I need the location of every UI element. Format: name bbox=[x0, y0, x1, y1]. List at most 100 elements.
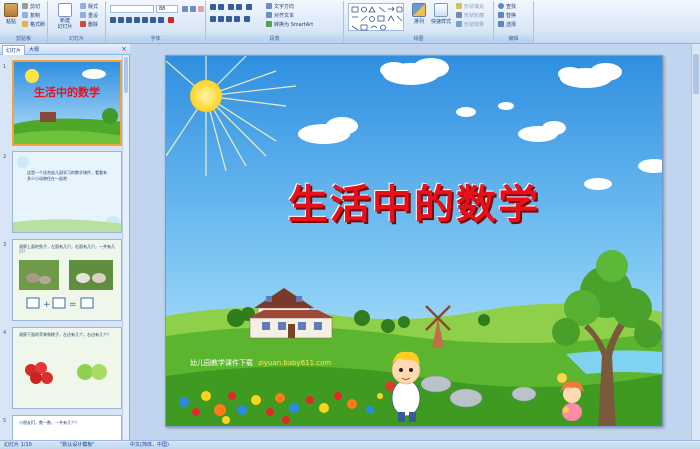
quick-styles-button[interactable]: 快速样式 bbox=[430, 3, 452, 25]
svg-text:+: + bbox=[43, 300, 51, 310]
layout-icon bbox=[80, 3, 86, 9]
status-slide-position: 幻灯片 1/10 bbox=[4, 442, 32, 448]
clipboard-group: 粘贴 剪切 复制 格式刷 剪贴板 bbox=[0, 1, 48, 43]
grow-font-icon[interactable] bbox=[182, 6, 188, 12]
caption-left: 幼儿园教学课件下载 bbox=[190, 359, 253, 367]
smartart-icon bbox=[266, 21, 272, 27]
tab-slides[interactable]: 幻灯片 bbox=[2, 45, 26, 55]
slides-panel: 幻灯片 大纲 × 1 生活中的数学 2 这是一个适合幼儿园学习的数学课件，看看有… bbox=[0, 44, 130, 440]
justify-icon[interactable] bbox=[234, 16, 240, 22]
status-bar: 幻灯片 1/10 "默认设计模板" 中文(简体，中国) bbox=[0, 440, 700, 449]
delete-icon bbox=[80, 21, 86, 27]
tab-outline[interactable]: 大纲 bbox=[26, 45, 42, 55]
convert-smartart-button[interactable]: 转换为 SmartArt bbox=[274, 21, 313, 28]
shapes-gallery[interactable] bbox=[348, 3, 404, 31]
slides-group: 新建 幻灯片 版式 重设 删除 幻灯片 bbox=[48, 1, 106, 43]
replace-button[interactable]: 替换 bbox=[506, 12, 516, 19]
quick-styles-icon bbox=[434, 3, 448, 17]
editing-group: 查找 替换 选择 编辑 bbox=[494, 1, 534, 43]
drawing-group: 排列 快速样式 形状填充 形状轮廓 形状效果 绘图 bbox=[344, 1, 494, 43]
bullets-icon[interactable] bbox=[210, 4, 216, 10]
find-button[interactable]: 查找 bbox=[506, 3, 516, 10]
bold-icon[interactable] bbox=[110, 17, 116, 23]
panel-scrollbar[interactable] bbox=[122, 55, 129, 440]
line-spacing-icon[interactable] bbox=[246, 4, 252, 10]
shrink-font-icon[interactable] bbox=[190, 6, 196, 12]
copy-icon bbox=[22, 12, 28, 18]
new-slide-button[interactable]: 新建 幻灯片 bbox=[54, 3, 76, 30]
font-group-label: 字体 bbox=[106, 35, 205, 43]
shadow-icon[interactable] bbox=[142, 17, 148, 23]
drawing-group-label: 绘图 bbox=[344, 35, 493, 43]
shape-fill-icon bbox=[456, 3, 462, 9]
slide-thumbnail-4[interactable]: 观察下面的苹果和桃子，左边有几个，右边有几个？ bbox=[12, 327, 122, 409]
svg-text:=: = bbox=[69, 300, 77, 310]
ribbon: 粘贴 剪切 复制 格式刷 剪贴板 新建 幻灯片 版式 重设 删除 幻灯片 88 bbox=[0, 0, 700, 44]
align-text-icon bbox=[266, 12, 272, 18]
slide-thumbnail-2[interactable]: 这是一个适合幼儿园学习的数学课件，看看有多少小动物住在一起吧 bbox=[12, 151, 122, 233]
scissors-icon bbox=[22, 3, 28, 9]
copy-button[interactable]: 复制 bbox=[30, 12, 40, 19]
align-right-icon[interactable] bbox=[226, 16, 232, 22]
paste-button[interactable]: 粘贴 bbox=[2, 3, 20, 25]
shapes-gallery-icons bbox=[351, 6, 403, 31]
thumb4-scene bbox=[13, 328, 121, 408]
clipboard-group-label: 剪贴板 bbox=[0, 35, 47, 43]
replace-icon bbox=[498, 12, 504, 18]
font-color-icon[interactable] bbox=[168, 17, 174, 23]
font-name-box[interactable] bbox=[110, 5, 154, 13]
arrange-button[interactable]: 排列 bbox=[410, 3, 428, 25]
paragraph-group: 文字方向 对齐文本 转换为 SmartArt 段落 bbox=[206, 1, 344, 43]
change-case-icon[interactable] bbox=[158, 17, 164, 23]
cut-button[interactable]: 剪切 bbox=[30, 3, 40, 10]
align-center-icon[interactable] bbox=[218, 16, 224, 22]
font-group: 88 字体 bbox=[106, 1, 206, 43]
strikethrough-icon[interactable] bbox=[134, 17, 140, 23]
columns-icon[interactable] bbox=[244, 16, 250, 22]
slide-background-scene bbox=[166, 56, 662, 426]
slide-number: 5 bbox=[3, 418, 7, 424]
reset-button[interactable]: 重设 bbox=[88, 12, 98, 19]
align-left-icon[interactable] bbox=[210, 16, 216, 22]
panel-scroll-thumb[interactable] bbox=[124, 57, 128, 93]
slide-scrollbar[interactable] bbox=[691, 44, 700, 440]
align-text-button[interactable]: 对齐文本 bbox=[274, 12, 294, 19]
spacing-icon[interactable] bbox=[150, 17, 156, 23]
sun bbox=[190, 80, 222, 112]
close-panel-icon[interactable]: × bbox=[121, 45, 127, 54]
slide-title[interactable]: 生活中的数学 bbox=[166, 172, 662, 230]
caption-url: ziyuan.baby611.com bbox=[258, 359, 332, 367]
current-slide[interactable]: 生活中的数学 幼儿园教学课件下载 ziyuan.baby611.com bbox=[165, 55, 663, 427]
increase-indent-icon[interactable] bbox=[236, 4, 242, 10]
new-slide-icon bbox=[58, 3, 72, 17]
shape-fill-button[interactable]: 形状填充 bbox=[464, 3, 484, 10]
delete-button[interactable]: 删除 bbox=[88, 21, 98, 28]
slide-scroll-thumb[interactable] bbox=[693, 54, 699, 94]
format-painter-button[interactable]: 格式刷 bbox=[30, 21, 45, 28]
font-size-box[interactable]: 88 bbox=[156, 5, 178, 13]
clear-format-icon[interactable] bbox=[198, 6, 204, 12]
thumb5-text: 小朋友们，数一数，一共有几个？ bbox=[19, 420, 79, 425]
numbering-icon[interactable] bbox=[218, 4, 224, 10]
slide-thumbnail-5[interactable]: 小朋友们，数一数，一共有几个？ bbox=[12, 415, 122, 440]
decrease-indent-icon[interactable] bbox=[228, 4, 234, 10]
shape-outline-button[interactable]: 形状轮廓 bbox=[464, 12, 484, 19]
clipboard-icon bbox=[4, 3, 18, 17]
editing-group-label: 编辑 bbox=[494, 35, 533, 43]
slide-number: 1 bbox=[3, 64, 7, 70]
thumb1-scene bbox=[14, 62, 120, 144]
underline-icon[interactable] bbox=[126, 17, 132, 23]
slide-thumbnail-1[interactable]: 生活中的数学 bbox=[12, 60, 122, 146]
slide-editor: 生活中的数学 幼儿园教学课件下载 ziyuan.baby611.com bbox=[131, 44, 700, 440]
shape-outline-icon bbox=[456, 12, 462, 18]
reset-icon bbox=[80, 12, 86, 18]
thumb1-title: 生活中的数学 bbox=[34, 86, 100, 99]
text-direction-button[interactable]: 文字方向 bbox=[274, 3, 294, 10]
select-button[interactable]: 选择 bbox=[506, 21, 516, 28]
layout-button[interactable]: 版式 bbox=[88, 3, 98, 10]
slide-caption: 幼儿园教学课件下载 ziyuan.baby611.com bbox=[190, 358, 331, 368]
slide-thumbnail-3[interactable]: + = 观察上面的兔子，左面有几只，右面有几只，一共有几只？ bbox=[12, 239, 122, 321]
italic-icon[interactable] bbox=[118, 17, 124, 23]
select-icon bbox=[498, 21, 504, 27]
shape-effects-button[interactable]: 形状效果 bbox=[464, 21, 484, 28]
